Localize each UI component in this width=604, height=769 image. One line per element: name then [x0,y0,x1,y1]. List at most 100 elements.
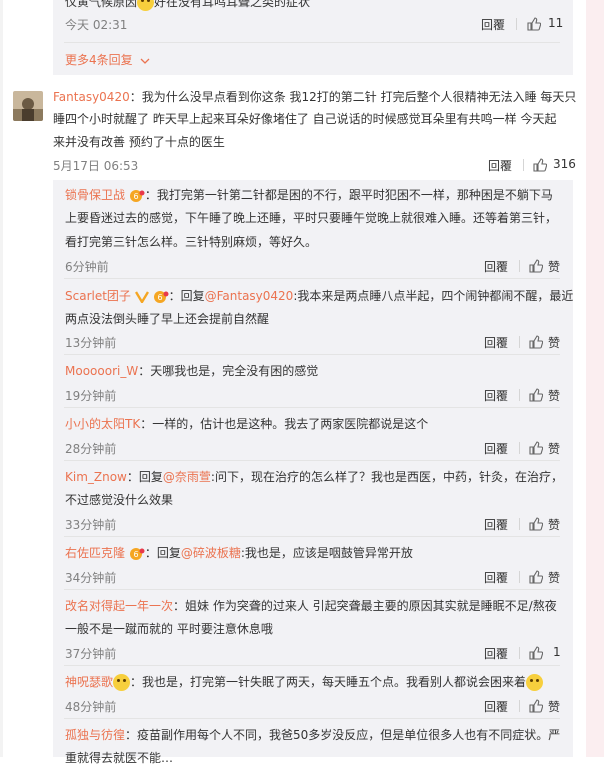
separator [519,700,520,712]
reply-line: 两点没法倒头睡了早上还会提前自然醒 [65,312,270,326]
member-badge-icon: 6 [153,290,169,303]
mention-link[interactable]: @碎波板糖 [181,546,241,560]
separator [519,647,520,659]
comment-text-part: 好在没有耳鸣耳聋之类的症状 [154,0,311,9]
like-count: 316 [553,157,576,171]
reply-text: ：我打完第一针第二针都是困的不行，跟平时犯困不一样，那种困是不躺下马 [144,188,553,202]
divider [64,42,560,43]
reply-line: 改名对得起一年一次：姐妹 作为突聋的过来人 引起突聋最主要的原因其实就是睡眠不足… [65,595,557,617]
comment-line: 睡四个小时就醒了 昨天早上起来耳朵好像堵住了 自己说话的时候感觉耳朵里有共鸣一样… [53,112,557,126]
divider [64,460,560,461]
reply-prefix: ：回复 [168,289,205,303]
mention-link[interactable]: @奈雨萱 [163,470,211,484]
username[interactable]: 孤独与彷徨 [65,728,125,742]
reply-button[interactable]: 回覆 [484,516,508,533]
like-label[interactable]: 赞 [548,569,560,586]
thumbs-up-icon[interactable] [529,699,543,713]
thumbs-up-icon[interactable] [529,259,543,273]
reply-text: ：疫苗副作用每个人不同，我爸50多岁没反应，但是单位很多人也有不同症状。严 [125,728,561,742]
reply-line: 看打完第三针怎么样。三针特别麻烦，等好久。 [65,235,318,249]
like-label[interactable]: 赞 [548,334,560,351]
reply-line: Mooooori_W：天哪我也是，完全没有困的感觉 [65,360,318,382]
divider [64,665,560,666]
reply-line: 右佐匹克隆 6 ：回复@碎波板糖:我也是，应该是咽鼓管异常开放 [65,542,413,564]
username[interactable]: Fantasy0420 [53,90,130,104]
reply-button[interactable]: 回覆 [484,645,508,662]
reply-button[interactable]: 回覆 [484,440,508,457]
reply-button[interactable]: 回覆 [484,334,508,351]
separator [519,336,520,348]
like-label[interactable]: 赞 [548,698,560,715]
mention-link[interactable]: @Fantasy0420 [205,289,294,303]
username[interactable]: 右佐匹克隆 [65,546,125,560]
reply-line: 神呪瑟歌 ：我也是，打完第一针失眠了两天，每天睡五个点。我看别人都说会困来着 [65,671,544,693]
divider [64,354,560,355]
username[interactable]: 改名对得起一年一次 [65,599,173,613]
reply-text: ：我也是，打完第一针失眠了两天，每天睡五个点。我看别人都说会困来着 [130,675,527,689]
reply-time: 28分钟前 [65,442,117,456]
like-label[interactable]: 赞 [548,258,560,275]
reply-button[interactable]: 回覆 [484,569,508,586]
more-replies-link[interactable]: 更多4条回复 [65,51,150,68]
divider [64,278,560,279]
svg-text:6: 6 [133,550,138,559]
reply-line: 孤独与彷徨：疫苗副作用每个人不同，我爸50多岁没反应，但是单位很多人也有不同症状… [65,724,560,746]
divider [64,589,560,590]
reply-time: 6分钟前 [65,260,109,274]
divider [64,718,560,719]
username[interactable]: Scarlet团子 [65,289,131,303]
reply-prefix: ：回复 [126,470,163,484]
chevron-down-icon [141,58,150,64]
thumbs-up-icon[interactable] [529,335,543,349]
reply-button[interactable]: 回覆 [484,698,508,715]
username[interactable]: 小小的太阳TK [65,417,140,431]
emoji-icon [113,674,131,691]
reply-text: ：天哪我也是，完全没有困的感觉 [138,364,319,378]
comment-line: 来并没有改善 预约了十点的医生 [53,135,225,149]
avatar[interactable] [13,91,43,121]
reply-line: Kim_Znow：回复@奈雨萱:问下，现在治疗的怎么样了？我也是西医，中药，针灸… [65,466,563,488]
thumbs-up-icon[interactable] [529,646,543,660]
reply-button[interactable]: 回覆 [484,387,508,404]
like-count: 1 [553,645,561,659]
reply-line: 不过感觉没什么效果 [65,493,174,507]
member-badge-icon: 6 [129,189,145,202]
reply-text: ：一样的，估计也是这种。我去了两家医院都说是这个 [140,417,429,431]
reply-time: 37分钟前 [65,647,117,661]
like-label[interactable]: 赞 [548,387,560,404]
comment-text-part: 仪黄气候原因 [65,0,138,9]
username[interactable]: Mooooori_W [65,364,138,378]
emoji-icon [137,0,155,11]
thumbs-up-icon[interactable] [529,570,543,584]
reply-button[interactable]: 回覆 [481,16,505,33]
more-replies-label: 更多4条回复 [65,53,133,67]
thumbs-up-icon[interactable] [529,441,543,455]
comment-text: ：我为什么没早点看到你这条 我12打的第二针 打完后整个人很精神无法入睡 每天只 [129,90,577,104]
reply-line: 锁骨保卫战 6 ：我打完第一针第二针都是困的不行，跟平时犯困不一样，那种困是不躺下… [65,184,553,206]
comment-line: Fantasy0420：我为什么没早点看到你这条 我12打的第二针 打完后整个人… [53,86,576,108]
like-count: 11 [548,16,564,30]
divider [64,536,560,537]
separator [516,18,517,30]
like-label[interactable]: 赞 [548,516,560,533]
thumbs-up-icon[interactable] [529,517,543,531]
separator [519,389,520,401]
reply-text: :我本来是两点睡八点半起，四个闹钟都闹不醒，最近 [293,289,574,303]
thumbs-up-icon[interactable] [529,388,543,402]
separator [519,518,520,530]
thumbs-up-icon[interactable] [527,17,541,31]
reply-button[interactable]: 回覆 [484,258,508,275]
svg-text:6: 6 [157,293,162,302]
thumbs-up-icon[interactable] [533,158,547,172]
reply-line: 一般不是一蹴而就的 平时要注意休息哦 [65,622,273,636]
separator [519,442,520,454]
separator [519,571,520,583]
username[interactable]: 锁骨保卫战 [65,188,125,202]
verified-v-icon [134,290,149,303]
like-label[interactable]: 赞 [548,440,560,457]
username[interactable]: 神呪瑟歌 [65,675,113,689]
reply-time: 48分钟前 [65,700,117,714]
reply-button[interactable]: 回覆 [488,157,512,174]
reply-line: 上要昏迷过去的感觉，下午睡了晚上还睡，平时只要睡午觉晚上就很难入睡。还等着第三针… [65,211,558,225]
username[interactable]: Kim_Znow [65,470,127,484]
